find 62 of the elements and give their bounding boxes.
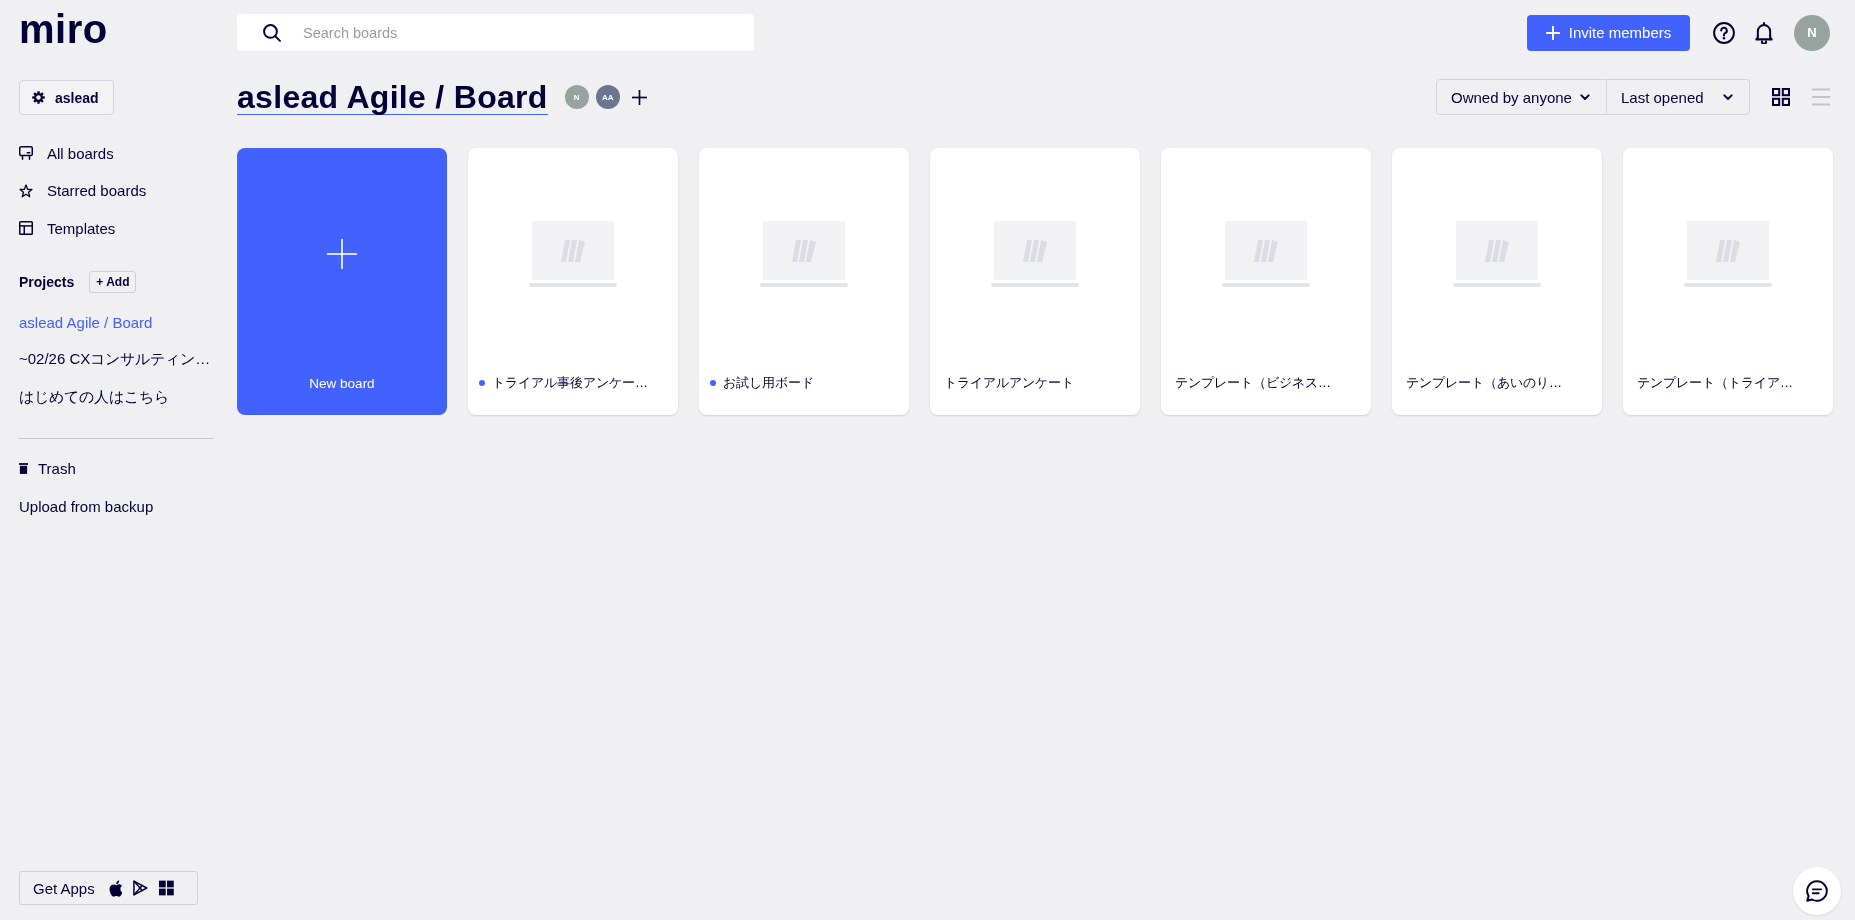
filter-dropdown[interactable]: Last opened <box>1607 79 1750 115</box>
section-heading: Projects <box>19 274 75 290</box>
board-card[interactable]: トライアル事後アンケー… <box>468 148 678 415</box>
nav-item[interactable]: All boards <box>19 134 221 172</box>
laptop-icon <box>991 221 1079 287</box>
grid-icon <box>1772 88 1790 106</box>
help-icon <box>1713 21 1735 44</box>
plus-icon <box>631 89 647 105</box>
new-board-button[interactable]: New board <box>237 148 447 415</box>
layout-icon <box>19 221 33 236</box>
nav-item[interactable]: Starred boards <box>19 172 221 210</box>
apple-icon[interactable] <box>108 879 123 897</box>
sidebar-link[interactable]: Upload from backup <box>19 487 221 525</box>
grid-view-button[interactable] <box>1772 88 1790 106</box>
search-icon <box>263 23 281 42</box>
bell-icon <box>1753 21 1775 44</box>
laptop-icon <box>760 221 848 287</box>
project-item[interactable]: aslead Agile / Board <box>19 303 221 341</box>
chat-button[interactable] <box>1793 867 1841 915</box>
nav-item[interactable]: Templates <box>19 209 221 247</box>
board-name: トライアル事後アンケー… <box>492 374 648 392</box>
notifications-button[interactable] <box>1752 20 1776 45</box>
board-name: テンプレート（あいのり… <box>1406 374 1562 392</box>
board-name: テンプレート（ビジネス… <box>1175 374 1331 392</box>
list-icon <box>1812 88 1830 106</box>
add-project-button[interactable]: + Add <box>89 271 137 293</box>
laptop-icon <box>1453 221 1541 287</box>
workspace-button[interactable]: aslead <box>19 80 114 115</box>
caret-icon <box>1580 93 1590 101</box>
play-icon[interactable] <box>133 880 149 896</box>
gear-icon <box>32 91 45 104</box>
board-card[interactable]: お試し用ボード <box>699 148 909 415</box>
help-button[interactable] <box>1712 20 1736 45</box>
plus-icon <box>1545 25 1560 40</box>
board-card[interactable]: テンプレート（ビジネス… <box>1161 148 1371 415</box>
trash-link[interactable]: Trash <box>19 450 221 488</box>
plus-icon <box>327 239 357 269</box>
board-card[interactable]: テンプレート（あいのり… <box>1392 148 1602 415</box>
filter-dropdown[interactable]: Owned by anyone <box>1436 79 1607 115</box>
board-name: トライアルアンケート <box>944 374 1074 392</box>
board-card[interactable]: テンプレート（トライア… <box>1623 148 1833 415</box>
board-name: テンプレート（トライア… <box>1637 374 1793 392</box>
miro-logo[interactable]: miro <box>19 9 108 49</box>
get-apps-label: Get Apps <box>33 879 95 897</box>
board-icon <box>19 146 33 161</box>
laptop-icon <box>529 221 617 287</box>
board-title[interactable]: aslead Agile / Board <box>237 79 548 115</box>
caret-icon <box>1723 93 1733 101</box>
windows-icon[interactable] <box>159 880 174 896</box>
project-item[interactable]: ~02/26 CXコンサルティン… <box>19 341 221 379</box>
board-name: お試し用ボード <box>723 374 814 392</box>
add-member-button[interactable] <box>631 89 647 105</box>
star-icon <box>19 183 33 198</box>
invite-members-button[interactable]: Invite members <box>1527 14 1690 51</box>
board-card[interactable]: トライアルアンケート <box>930 148 1140 415</box>
chat-icon <box>1806 880 1828 902</box>
laptop-icon <box>1222 221 1310 287</box>
search-field[interactable]: Search boards <box>237 14 754 51</box>
trash-icon <box>19 463 28 475</box>
member-avatar[interactable]: AA <box>595 85 620 109</box>
project-item[interactable]: はじめての人はこちら <box>19 378 221 416</box>
laptop-icon <box>1684 221 1772 287</box>
